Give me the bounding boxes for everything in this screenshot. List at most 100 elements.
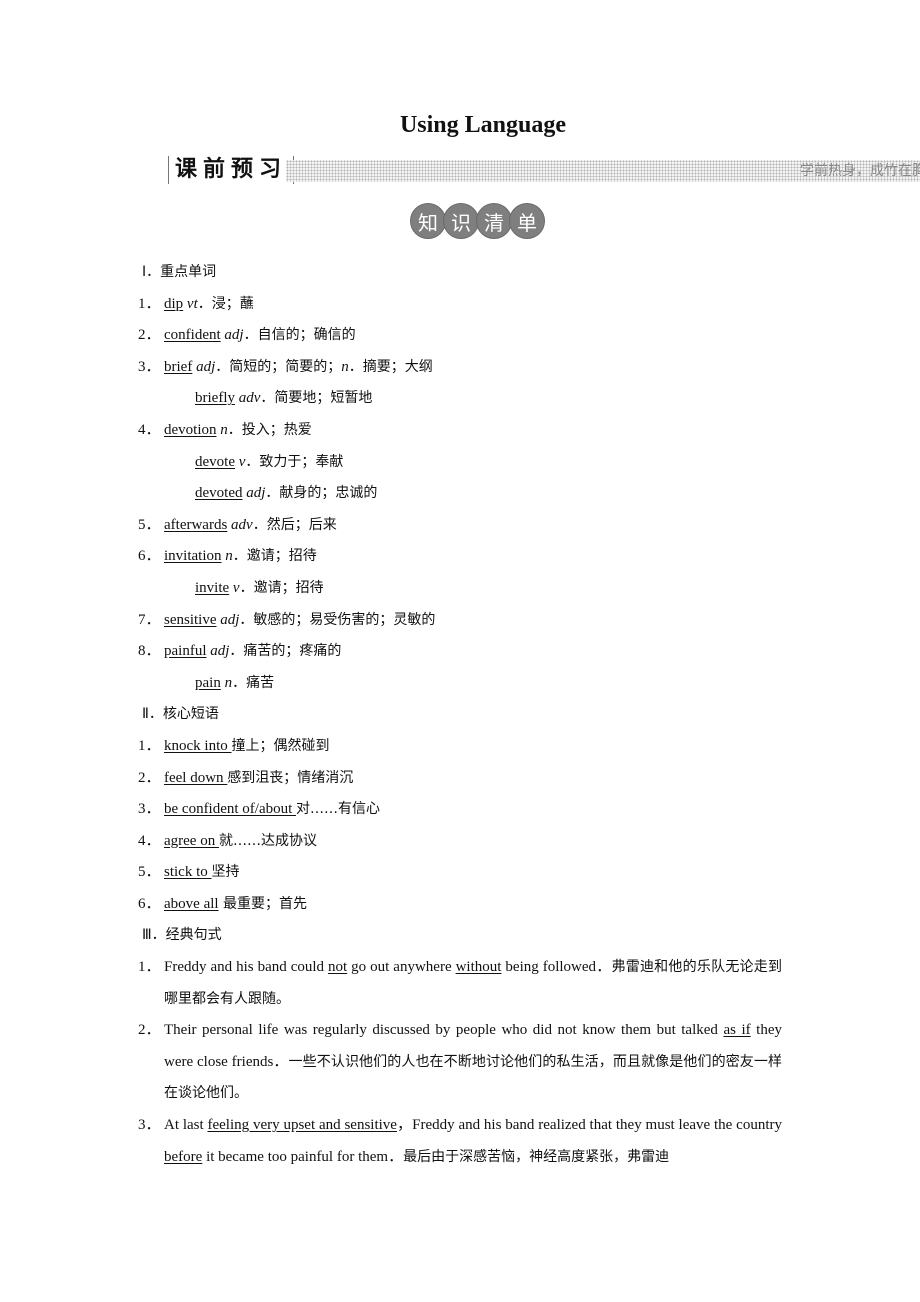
word-list: 1． dip vt．浸；蘸 2． confident adj．自信的；确信的 3． bri…	[138, 289, 788, 700]
vocab-word: painful	[164, 643, 207, 660]
section-banner: 课前预习 学前热身，成竹在胸	[168, 156, 920, 186]
banner-slogan: 学前热身，成竹在胸	[800, 163, 920, 179]
meaning: ．痛苦的；疼痛的	[229, 643, 342, 660]
sentence-fragment: Their personal life was regularly discus…	[164, 1022, 724, 1039]
section-heading-sentences: Ⅲ．经典句式	[142, 927, 222, 944]
phrase-item: 1． knock into 撞上；偶然碰到	[138, 731, 788, 763]
meaning: 撞上；偶然碰到	[231, 737, 330, 754]
banner-label: 课前预习	[168, 156, 295, 184]
word-item: 8． painful adj．痛苦的；疼痛的	[138, 636, 788, 668]
meaning: 最重要；首先	[218, 895, 308, 912]
sentence-fragment: it became too painful for them．	[202, 1148, 404, 1165]
translation: 最后由于深感苦恼，神经高度紧张，弗雷迪	[403, 1148, 670, 1165]
vocab-word: afterwards	[164, 516, 228, 533]
part-of-speech: adj	[196, 358, 216, 375]
item-number: 3．	[138, 801, 161, 818]
key-expression: without	[455, 959, 502, 976]
phrase: be confident of/about	[164, 801, 297, 818]
part-of-speech: n	[341, 358, 349, 375]
sentence-item: 3． At last feeling very upset and sensiti…	[138, 1110, 788, 1173]
vocab-word: brief	[164, 358, 193, 375]
item-number: 1．	[138, 737, 161, 754]
vocab-word: sensitive	[164, 611, 217, 628]
phrase-list: 1． knock into 撞上；偶然碰到 2． feel down 感到沮丧；情绪消…	[138, 731, 788, 921]
word-item: invite v．邀请；招待	[138, 573, 788, 605]
sentence-fragment: being followed．	[501, 959, 612, 976]
phrase-item: 3． be confident of/about 对……有信心	[138, 794, 788, 826]
meaning: ．献身的；忠诚的	[265, 485, 378, 502]
item-number: 4．	[138, 421, 161, 438]
part-of-speech: adj	[220, 611, 240, 628]
sentence-list: 1． Freddy and his band could not go out a…	[138, 952, 788, 1173]
item-number: 6．	[138, 548, 161, 565]
item-number: 2．	[138, 769, 161, 786]
meaning: ．痛苦	[232, 674, 275, 691]
meaning: ．敏感的；易受伤害的；灵敏的	[239, 611, 436, 628]
word-item: pain n．痛苦	[138, 668, 788, 700]
meaning: ．简短的；简要的；	[215, 358, 342, 375]
phrase-item: 2． feel down 感到沮丧；情绪消沉	[138, 763, 788, 795]
part-of-speech: adj	[224, 327, 244, 344]
vocab-word: confident	[164, 327, 221, 344]
part-of-speech: v	[232, 579, 240, 596]
item-number: 2．	[138, 327, 161, 344]
meaning: ．邀请；招待	[232, 548, 317, 565]
meaning: ．然后；后来	[252, 516, 337, 533]
meaning: ．投入；热爱	[227, 421, 312, 438]
phrase-item: 5． stick to 坚持	[138, 857, 788, 889]
phrase-item: 6． above all 最重要；首先	[138, 889, 788, 921]
phrase-item: 4． agree on 就……达成协议	[138, 826, 788, 858]
meaning: 坚持	[211, 864, 240, 881]
meaning: ．邀请；招待	[239, 579, 324, 596]
vocab-word: devote	[195, 453, 235, 470]
key-expression: feeling very upset and sensitive	[207, 1117, 397, 1134]
phrase: feel down	[164, 769, 228, 786]
phrase: stick to	[164, 864, 212, 881]
part-of-speech: n	[224, 674, 233, 691]
item-number: 6．	[138, 895, 161, 912]
sentence-fragment: go out anywhere	[347, 959, 456, 976]
item-number: 5．	[138, 516, 161, 533]
sentence-text: At last feeling very upset and sensitive…	[164, 1110, 782, 1173]
section-heading-phrases: Ⅱ．核心短语	[142, 706, 219, 723]
badge-char: 识	[443, 203, 479, 239]
badge-char: 知	[410, 203, 446, 239]
key-expression: before	[164, 1148, 203, 1165]
meaning: ．自信的；确信的	[243, 327, 356, 344]
part-of-speech: vt	[186, 295, 198, 312]
meaning: ．简要地；短暂地	[260, 390, 373, 407]
part-of-speech: adv	[231, 516, 253, 533]
section-heading-words: Ⅰ．重点单词	[142, 264, 217, 280]
phrase: agree on	[164, 832, 219, 849]
meaning: ．摘要；大纲	[348, 358, 433, 375]
vocab-word: devoted	[195, 485, 243, 502]
phrase: above all	[164, 895, 219, 912]
word-item: devote v．致力于；奉献	[138, 447, 788, 479]
item-number: 3．	[138, 358, 161, 375]
sentence-item: 1． Freddy and his band could not go out a…	[138, 952, 788, 1015]
item-number: 8．	[138, 643, 161, 660]
meaning: ．致力于；奉献	[245, 453, 344, 470]
part-of-speech: adv	[238, 390, 261, 407]
badge-char: 单	[509, 203, 545, 239]
badge-char: 清	[476, 203, 512, 239]
key-expression: not	[328, 959, 348, 976]
document-body: Ⅰ．重点单词 1． dip vt．浸；蘸 2． confident adj．自信的；确…	[138, 257, 788, 1173]
item-number: 2．	[138, 1022, 161, 1039]
vocab-word: devotion	[164, 421, 217, 438]
item-number: 4．	[138, 832, 161, 849]
sentence-text: Freddy and his band could not go out any…	[164, 952, 782, 1015]
meaning: 就……达成协议	[218, 832, 317, 849]
sentence-fragment: Freddy and his band could	[164, 959, 329, 976]
meaning: 感到沮丧；情绪消沉	[227, 769, 354, 786]
word-item: 3． brief adj．简短的；简要的；n．摘要；大纲	[138, 352, 788, 384]
key-expression: as if	[723, 1022, 751, 1039]
vocab-word: pain	[195, 674, 221, 691]
meaning: ．浸；蘸	[197, 295, 254, 312]
part-of-speech: n	[225, 548, 233, 565]
part-of-speech: n	[220, 421, 228, 438]
meaning: 对……有信心	[296, 801, 381, 818]
part-of-speech: adj	[246, 485, 266, 502]
sentence-fragment: At last	[164, 1117, 208, 1134]
phrase: knock into	[164, 737, 232, 754]
